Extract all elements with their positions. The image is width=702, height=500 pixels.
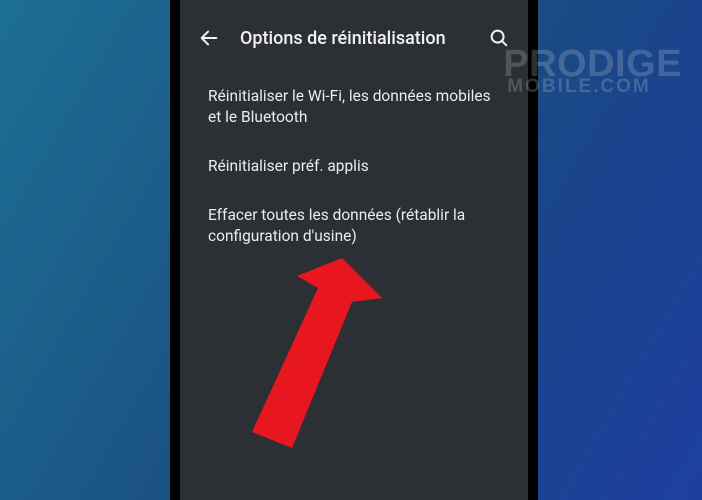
option-label: Effacer toutes les données (rétablir la … [208, 206, 465, 245]
option-reset-app-prefs[interactable]: Réinitialiser préf. applis [208, 142, 500, 191]
phone-frame: 16:25 4G [170, 0, 538, 500]
back-button[interactable] [198, 27, 220, 49]
search-icon [488, 27, 510, 49]
status-bar: 16:25 4G [180, 0, 528, 2]
option-reset-network[interactable]: Réinitialiser le Wi-Fi, les données mobi… [208, 72, 500, 142]
search-button[interactable] [488, 27, 510, 49]
scene: 16:25 4G [0, 0, 702, 500]
page-title: Options de réinitialisation [240, 28, 468, 49]
option-label: Réinitialiser le Wi-Fi, les données mobi… [208, 87, 491, 126]
arrow-left-icon [198, 27, 220, 49]
option-label: Réinitialiser préf. applis [208, 157, 369, 175]
reset-options-list: Réinitialiser le Wi-Fi, les données mobi… [180, 72, 528, 261]
app-bar: Options de réinitialisation [180, 14, 528, 62]
option-factory-reset[interactable]: Effacer toutes les données (rétablir la … [208, 191, 500, 261]
screen: 16:25 4G [180, 0, 528, 500]
